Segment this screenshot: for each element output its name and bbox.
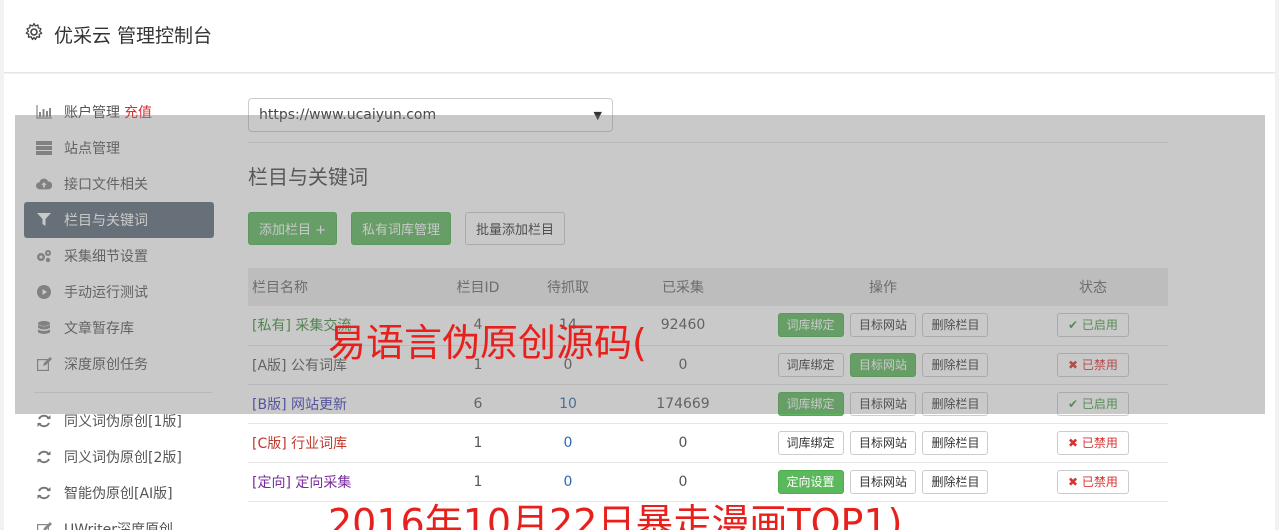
column-pending: 0 xyxy=(563,434,573,451)
sidebar-item-label: UWriter深度原创 xyxy=(64,522,173,530)
status-label: 已禁用 xyxy=(1081,435,1118,450)
delete-column-button[interactable]: 删除栏目 xyxy=(922,469,989,494)
column-title: 定向采集 xyxy=(295,474,352,491)
refresh-icon xyxy=(36,449,52,465)
sidebar-item-label: 同义词伪原创[2版] xyxy=(64,450,182,466)
row-actions: 词库绑定 目标网站 删除栏目 xyxy=(748,423,1018,462)
status-badge[interactable]: ✖ 已禁用 xyxy=(1057,469,1129,494)
column-collected: 0 xyxy=(678,434,688,451)
target-site-button[interactable]: 目标网站 xyxy=(849,469,916,494)
app-title: 优采云 管理控制台 xyxy=(54,25,213,47)
watermark-line-1: 易语言伪原创源码( xyxy=(328,321,647,365)
sidebar-item-uwriter[interactable]: UWriter深度原创 xyxy=(24,511,214,530)
sidebar-item-ai-original[interactable]: 智能伪原创[AI版] xyxy=(24,475,214,511)
gray-overlay xyxy=(15,115,1265,414)
delete-column-button[interactable]: 删除栏目 xyxy=(922,430,989,455)
table-row: [C版] 行业词库 1 0 0 词库绑定 目标网站 删除栏目 ✖ 已禁用 xyxy=(248,423,1168,462)
row-status: ✖ 已禁用 xyxy=(1018,423,1168,462)
edit-icon xyxy=(36,521,52,530)
sidebar-item-synonym-v2[interactable]: 同义词伪原创[2版] xyxy=(24,439,214,475)
sidebar-item-label: 同义词伪原创[1版] xyxy=(64,414,182,430)
column-name[interactable]: [C版] 行业词库 xyxy=(248,423,438,462)
sidebar-item-label: 智能伪原创[AI版] xyxy=(64,486,173,502)
status-badge[interactable]: ✖ 已禁用 xyxy=(1057,430,1129,455)
column-tag: [定向] xyxy=(252,474,291,491)
direct-settings-button[interactable]: 定向设置 xyxy=(777,469,844,494)
gear-icon xyxy=(25,22,43,41)
column-tag: [C版] xyxy=(252,435,287,452)
row-status: ✖ 已禁用 xyxy=(1018,462,1168,501)
column-id: 1 xyxy=(473,434,483,451)
refresh-icon xyxy=(36,485,52,501)
status-label: 已禁用 xyxy=(1081,474,1118,489)
target-site-button[interactable]: 目标网站 xyxy=(849,430,916,455)
refresh-icon xyxy=(36,413,52,429)
column-title: 行业词库 xyxy=(291,435,348,452)
bind-lexicon-button[interactable]: 词库绑定 xyxy=(777,430,844,455)
top-bar: 优采云 管理控制台 xyxy=(4,0,1275,73)
watermark-line-2: 2016年10月22日暴走漫画TOP1) xyxy=(328,501,903,530)
